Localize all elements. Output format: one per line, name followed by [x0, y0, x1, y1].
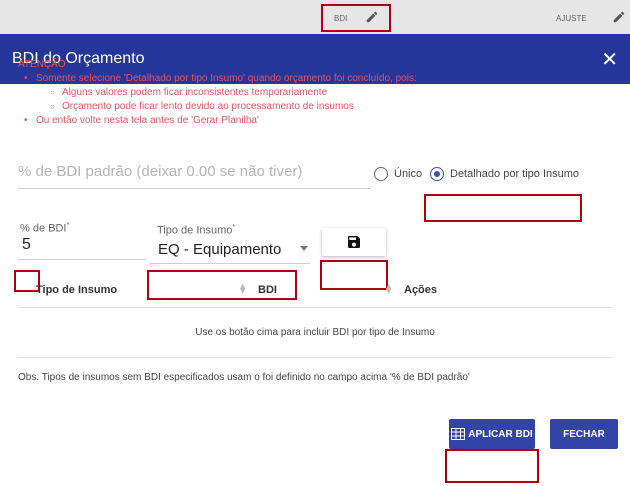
close-icon[interactable]: ✕ [601, 49, 618, 69]
sort-icon[interactable]: ▲ ▼ [240, 283, 245, 295]
column-acoes[interactable]: Ações [404, 284, 437, 296]
table-header: Tipo de Insumo ▲ ▼ BDI ▲ ▼ Ações [18, 272, 612, 308]
apply-bdi-label: APLICAR BDI [468, 428, 533, 440]
sort-icon[interactable]: ▲ ▼ [386, 283, 391, 295]
warning-subitem: Orçamento pode ficar lento devido ao pro… [18, 100, 417, 114]
apply-bdi-button[interactable]: APLICAR BDI [449, 419, 535, 449]
tipo-insumo-select[interactable]: EQ - Equipamento [150, 238, 310, 264]
save-button[interactable] [322, 228, 386, 256]
obs-note: Obs. Tipos de insumos sem BDI especifica… [18, 372, 470, 383]
warning-block: ATENÇÃO Somente selecione 'Detalhado por… [18, 58, 417, 128]
fechar-button[interactable]: FECHAR [550, 419, 618, 449]
radio-unico-circle[interactable] [374, 167, 388, 181]
radio-detalhado-label: Detalhado por tipo Insumo [450, 168, 580, 180]
column-bdi[interactable]: BDI [258, 284, 277, 296]
column-tipo-insumo[interactable]: Tipo de Insumo [36, 284, 117, 296]
edit-ajuste-pencil-icon[interactable] [612, 10, 626, 24]
pct-bdi-label: % de BDI* [20, 222, 70, 235]
warning-heading: ATENÇÃO [18, 59, 66, 70]
table-grid-icon [451, 428, 466, 440]
warning-item: Somente selecione 'Detalhado por tipo In… [18, 72, 417, 86]
background-page-strip [0, 0, 630, 34]
radio-detalhado[interactable]: Detalhado por tipo Insumo [430, 167, 579, 181]
warning-subitem: Alguns valores podem ficar inconsistente… [18, 86, 417, 100]
radio-unico[interactable]: Único [374, 167, 422, 181]
fechar-label: FECHAR [563, 428, 605, 440]
warning-item: Ou então volte nesta tela antes de 'Gera… [18, 114, 417, 128]
table-empty-row: Use os botão cima para incluir BDI por t… [18, 308, 612, 358]
radio-unico-label: Único [394, 168, 423, 180]
pct-bdi-input[interactable]: 5 [18, 236, 146, 260]
floppy-disk-icon [348, 236, 360, 248]
highlight-bdi-header [321, 4, 391, 32]
highlight-detalhado [424, 194, 582, 222]
background-ajuste-label: AJUSTE [556, 14, 587, 23]
default-bdi-placeholder: % de BDI padrão (deixar 0.00 se não tive… [18, 163, 303, 180]
tipo-insumo-label: Tipo de Insumo* [157, 224, 236, 237]
radio-detalhado-circle[interactable] [430, 167, 444, 181]
chevron-down-icon[interactable] [300, 246, 308, 251]
highlight-apply [445, 449, 539, 483]
default-bdi-input[interactable]: % de BDI padrão (deixar 0.00 se não tive… [18, 163, 370, 189]
